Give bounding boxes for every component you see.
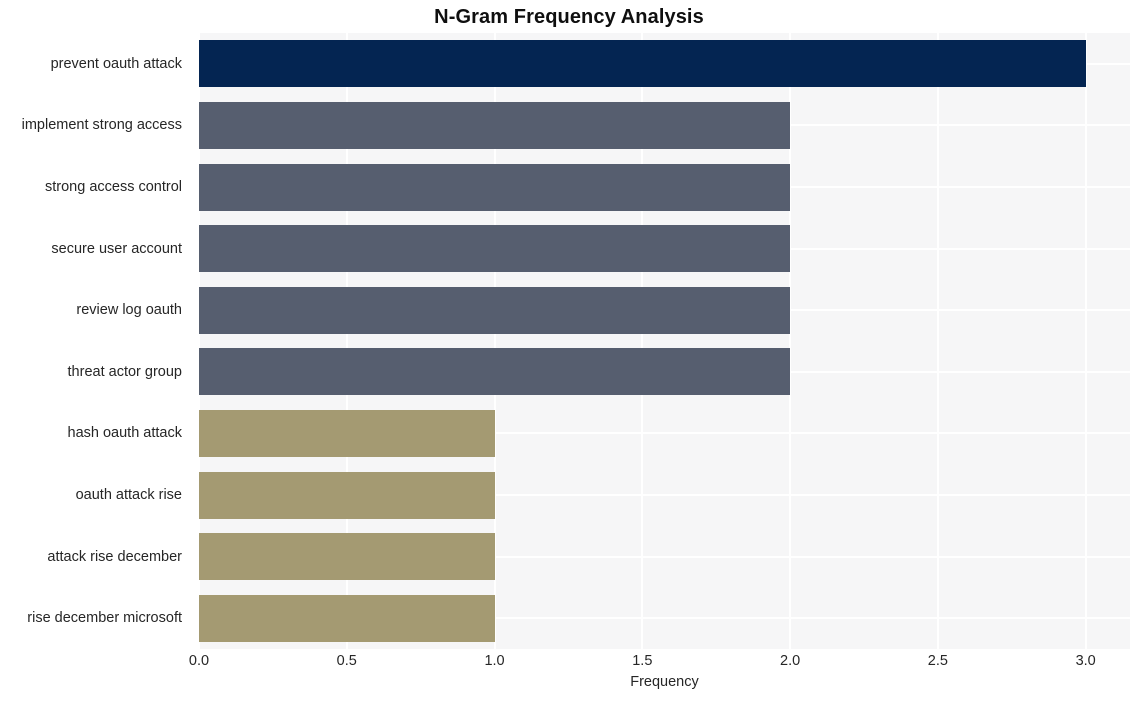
bar <box>199 594 495 642</box>
chart-title: N-Gram Frequency Analysis <box>434 6 704 28</box>
bar <box>199 533 495 581</box>
y-axis-tick-label: threat actor group <box>67 363 182 380</box>
y-axis-tick-label: secure user account <box>51 240 182 257</box>
y-axis-tick-label: prevent oauth attack <box>50 55 182 72</box>
x-axis-tick-label: 3.0 <box>1075 653 1096 669</box>
x-axis-tick-label: 2.5 <box>927 653 948 669</box>
x-axis-tick-label: 0.0 <box>188 653 210 669</box>
x-axis-tick-label: 1.5 <box>632 653 653 669</box>
bar <box>199 40 1086 88</box>
y-axis-tick-label: implement strong access <box>21 117 182 134</box>
y-axis-tick-label: oauth attack rise <box>75 487 182 503</box>
bar <box>199 163 791 211</box>
y-axis-tick-label: rise december microsoft <box>27 610 182 627</box>
x-axis-label: Frequency <box>630 674 699 690</box>
bar <box>199 348 791 396</box>
y-axis-tick-labels: prevent oauth attack implement strong acc… <box>0 33 190 649</box>
bar <box>199 286 791 334</box>
y-axis-tick-label: attack rise december <box>47 548 182 565</box>
y-axis-tick-label: strong access control <box>44 179 182 195</box>
bar <box>199 409 495 457</box>
chart-figure: N-Gram Frequency Analysis prevent oauth … <box>0 0 1138 701</box>
y-axis-tick-label: hash oauth attack <box>67 425 182 442</box>
bar <box>199 471 495 519</box>
x-axis-tick-label: 2.0 <box>780 653 801 669</box>
y-axis-tick-label: review log oauth <box>76 302 182 319</box>
bar <box>199 101 791 149</box>
x-axis-tick-label: 1.0 <box>484 653 505 669</box>
x-axis-tick-label: 0.5 <box>336 653 357 669</box>
bar <box>199 225 791 273</box>
plot-area <box>199 33 1130 649</box>
